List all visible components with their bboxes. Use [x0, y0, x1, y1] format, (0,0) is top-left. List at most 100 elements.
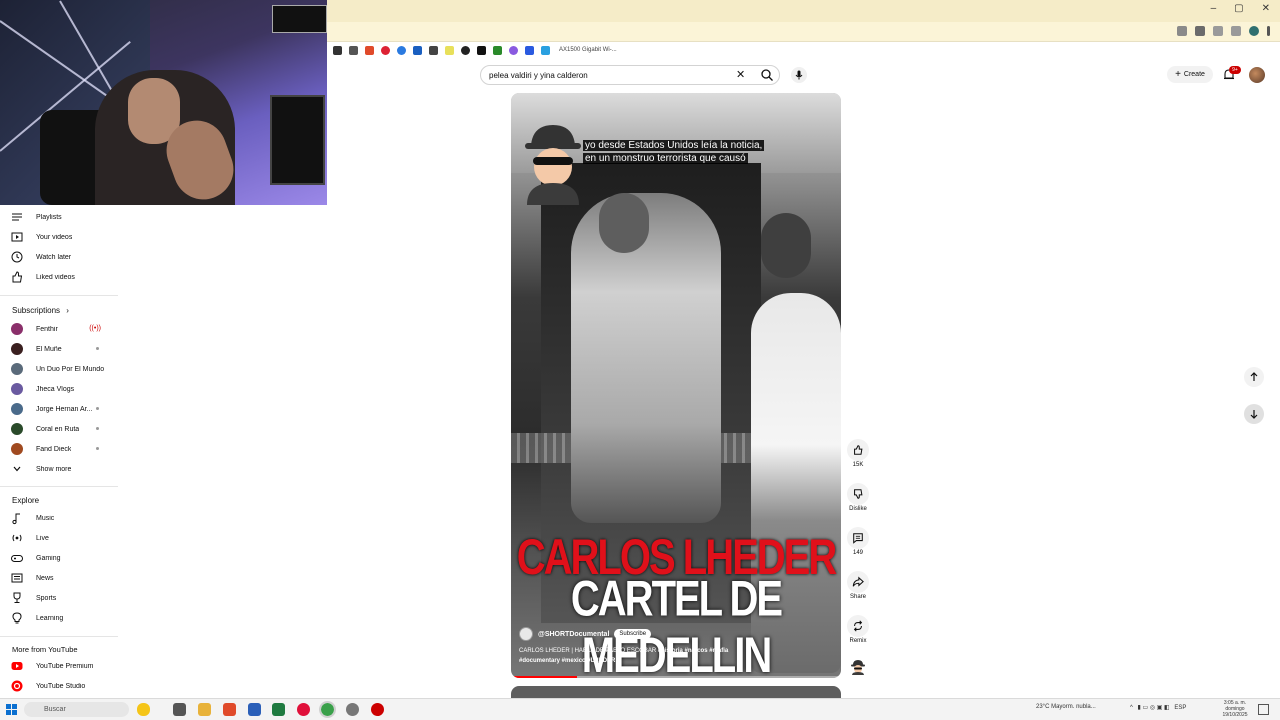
excel-icon[interactable]: [272, 703, 285, 716]
bookmark-icon[interactable]: [349, 45, 358, 55]
profile-icon[interactable]: [1249, 26, 1259, 36]
clock-date: 19/10/2025: [1222, 712, 1248, 718]
sidebar-item-youtube-premium[interactable]: YouTube Premium: [10, 657, 115, 675]
sidebar-item-sports[interactable]: Sports: [10, 589, 115, 607]
maximize-button[interactable]: ▢: [1234, 3, 1243, 14]
sidebar-item-learning[interactable]: Learning: [10, 609, 115, 627]
channel-avatar[interactable]: [519, 627, 533, 641]
remix-button[interactable]: [847, 615, 869, 637]
comments-button[interactable]: [847, 527, 869, 549]
hashtags[interactable]: #documentary #mexico #LHEDER: [519, 658, 615, 664]
bookmark-icon[interactable]: [333, 45, 342, 55]
language-indicator[interactable]: ESP: [1174, 705, 1186, 711]
bookmark-star-icon[interactable]: [1213, 26, 1223, 36]
remix-action[interactable]: Remix: [846, 615, 870, 644]
file-explorer-icon[interactable]: [198, 703, 211, 716]
video-scene-head: [599, 193, 649, 253]
bookmark-icon[interactable]: [477, 45, 486, 55]
dislike-button[interactable]: [847, 483, 869, 505]
dislike-action[interactable]: Dislike: [846, 483, 870, 512]
install-app-icon[interactable]: [1177, 26, 1187, 36]
obs-record-icon[interactable]: [371, 703, 384, 716]
bookmark-icon[interactable]: [397, 45, 406, 55]
taskbar-weather[interactable]: 23°C Mayorm. nubla...: [1036, 704, 1096, 710]
sidebar-item-news[interactable]: News: [10, 569, 115, 587]
subscription-item[interactable]: Jorge Hernan Ar...: [10, 400, 115, 418]
bookmark-icon[interactable]: [365, 45, 374, 55]
bookmark-icon[interactable]: [381, 45, 390, 55]
taskbar-search[interactable]: Buscar: [24, 702, 129, 717]
subscribe-button[interactable]: Subscribe: [614, 629, 652, 639]
channel-name[interactable]: @SHORTDocumental: [538, 631, 609, 638]
address-bar-strip[interactable]: [327, 22, 1280, 42]
like-action[interactable]: 15K: [846, 439, 870, 468]
sidebar-item-live[interactable]: Live: [10, 529, 115, 547]
subscription-item[interactable]: Fenthir ((•)): [10, 320, 115, 338]
bookmark-icon[interactable]: [509, 45, 518, 55]
windows-start-icon[interactable]: [6, 704, 17, 715]
bookmark-icon[interactable]: [541, 45, 550, 55]
subscriptions-heading[interactable]: Subscriptions ›: [12, 306, 69, 315]
comments-action[interactable]: 149: [846, 527, 870, 556]
bookmark-icon[interactable]: [461, 45, 470, 55]
short-video-player[interactable]: yo desde Estados Unidos leía la noticia,…: [511, 93, 841, 678]
chrome-icon[interactable]: [319, 701, 336, 718]
next-short-button[interactable]: [1244, 404, 1264, 424]
close-window-button[interactable]: ✕: [1262, 3, 1270, 14]
bookmark-icon[interactable]: [525, 45, 534, 55]
sidebar-item-liked-videos[interactable]: Liked videos: [10, 268, 115, 286]
music-note-icon: [12, 513, 20, 525]
taskbar-clock[interactable]: 3:05 a. m. domingo 19/10/2025: [1219, 700, 1251, 718]
opera-icon[interactable]: [297, 703, 310, 716]
sidebar-item-playlists[interactable]: Playlists: [10, 208, 115, 226]
subscriptions-title: Subscriptions: [12, 306, 61, 315]
sidebar-item-your-videos[interactable]: Your videos: [10, 228, 115, 246]
bookmark-label[interactable]: AX1500 Gigabit Wi-...: [559, 47, 617, 53]
notifications-center-icon[interactable]: [1258, 704, 1269, 715]
next-short-preview[interactable]: [511, 686, 841, 698]
share-button[interactable]: [847, 571, 869, 593]
search-icon[interactable]: [760, 68, 774, 82]
new-content-dot: [96, 347, 99, 350]
brave-browser-icon[interactable]: [223, 703, 236, 716]
microphone-icon[interactable]: [791, 67, 807, 83]
avatar[interactable]: [1249, 67, 1265, 83]
copilot-sparkle-icon[interactable]: [137, 703, 150, 716]
create-button[interactable]: + Create: [1167, 66, 1213, 83]
subscription-item[interactable]: Jheca Vlogs: [10, 380, 115, 398]
hashtags[interactable]: #historia #narcos #mafia: [658, 648, 728, 654]
show-more-button[interactable]: Show more: [10, 460, 115, 478]
like-button[interactable]: [847, 439, 869, 461]
comment-icon: [853, 533, 863, 544]
sidebar-item-music[interactable]: Music: [10, 509, 115, 527]
subscription-item[interactable]: Fand Dieck: [10, 440, 115, 458]
search-input[interactable]: [489, 69, 719, 82]
task-view-icon[interactable]: [173, 703, 186, 716]
video-progress-bar[interactable]: [511, 676, 841, 678]
bookmark-icon[interactable]: [493, 45, 502, 55]
subscription-item[interactable]: Coral en Ruta: [10, 420, 115, 438]
video-description[interactable]: CARLOS LHEDER | HABLA DE PABLO ESCOBAR #…: [519, 646, 769, 666]
sidebar-item-youtube-studio[interactable]: YouTube Studio: [10, 677, 115, 695]
bookmark-icon[interactable]: [429, 45, 438, 55]
extensions-icon[interactable]: [1231, 26, 1241, 36]
settings-gear-icon[interactable]: [346, 703, 359, 716]
sidebar-item-gaming[interactable]: Gaming: [10, 549, 115, 567]
search-box[interactable]: ✕: [480, 65, 780, 85]
bookmark-icon[interactable]: [445, 45, 454, 55]
sidebar-item-watch-later[interactable]: Watch later: [10, 248, 115, 266]
clear-search-icon[interactable]: ✕: [736, 68, 745, 82]
channel-sound-avatar-icon[interactable]: [850, 659, 866, 675]
system-tray[interactable]: ^ ▮ ▭ ◎ ▣ ◧ ESP: [1130, 704, 1186, 711]
subscription-item[interactable]: El Muñe: [10, 340, 115, 358]
menu-icon[interactable]: [1267, 26, 1270, 36]
previous-short-button[interactable]: [1244, 367, 1264, 387]
tray-chevron-icon[interactable]: ^: [1130, 705, 1133, 711]
subscription-item[interactable]: Un Duo Por El Mundo: [10, 360, 115, 378]
translate-icon[interactable]: [1195, 26, 1205, 36]
minimize-button[interactable]: –: [1211, 3, 1217, 14]
word-icon[interactable]: [248, 703, 261, 716]
channel-name: Jheca Vlogs: [36, 385, 75, 393]
bookmark-icon[interactable]: [413, 45, 422, 55]
share-action[interactable]: Share: [846, 571, 870, 600]
